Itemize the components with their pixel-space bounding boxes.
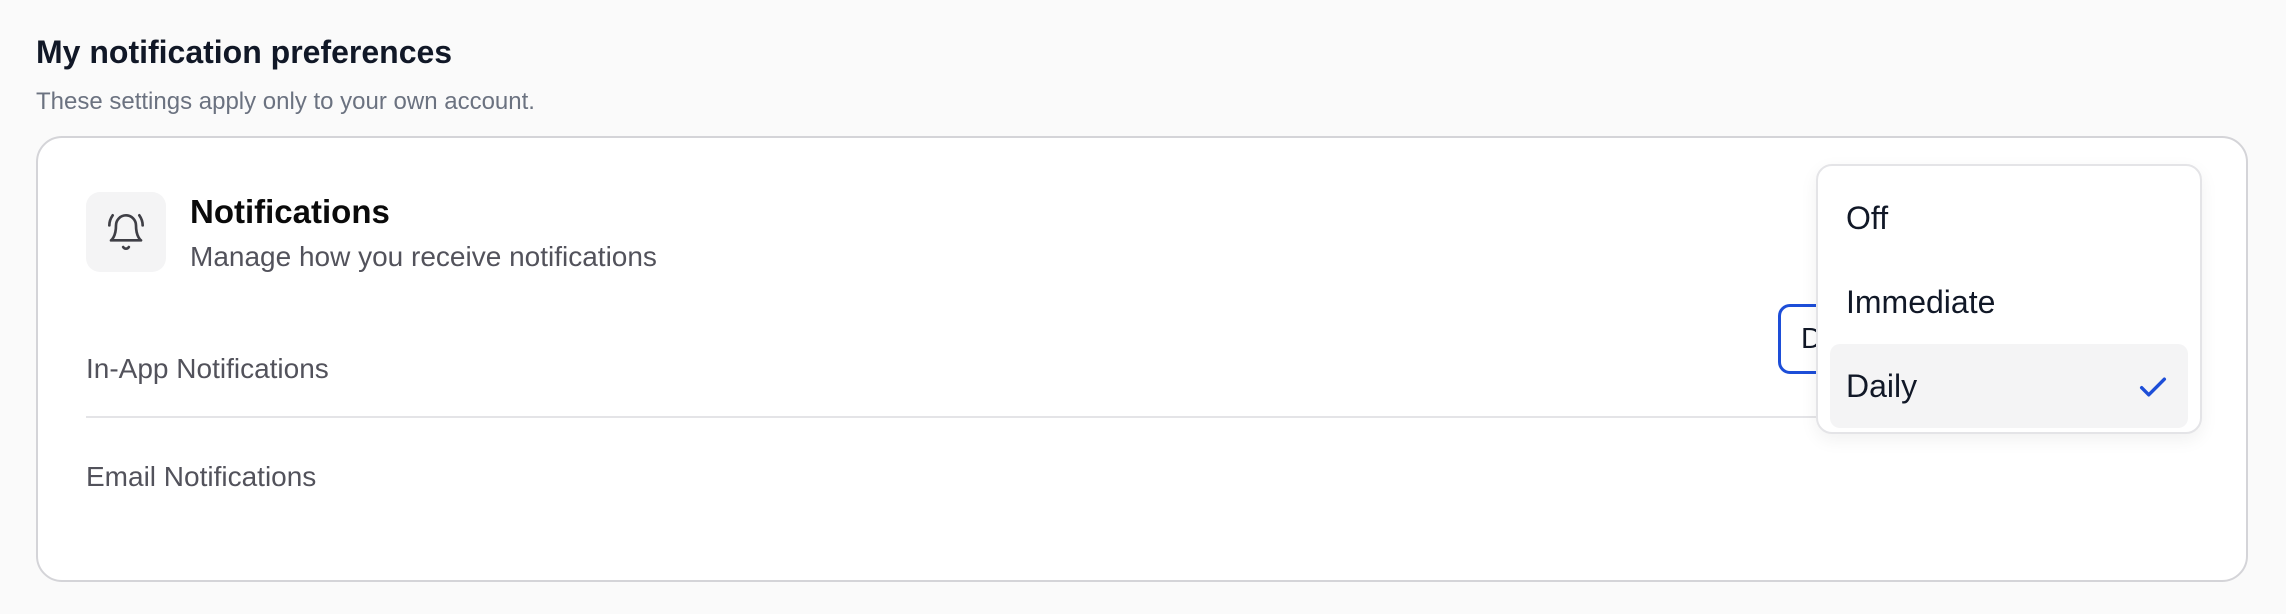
check-icon bbox=[2139, 377, 2167, 397]
notification-preferences-page: My notification preferences These settin… bbox=[0, 0, 2286, 614]
dropdown-option-immediate[interactable]: Immediate bbox=[1830, 260, 2188, 344]
bell-icon-container bbox=[86, 192, 166, 272]
in-app-notifications-label: In-App Notifications bbox=[86, 353, 329, 384]
email-notifications-label: Email Notifications bbox=[86, 461, 317, 492]
dropdown-option-off[interactable]: Off bbox=[1830, 176, 2188, 260]
bell-icon bbox=[108, 214, 145, 250]
option-label: Immediate bbox=[1846, 283, 1996, 320]
dropdown-option-daily[interactable]: Daily bbox=[1830, 344, 2188, 428]
email-notifications-dropdown: Off Immediate Daily bbox=[1816, 164, 2202, 434]
page-title: My notification preferences bbox=[36, 34, 453, 70]
card-title: Notifications bbox=[190, 193, 390, 230]
option-label: Off bbox=[1846, 199, 1889, 236]
card-description: Manage how you receive notifications bbox=[190, 241, 657, 272]
page-subtitle: These settings apply only to your own ac… bbox=[36, 88, 535, 115]
option-label: Daily bbox=[1846, 367, 1918, 404]
